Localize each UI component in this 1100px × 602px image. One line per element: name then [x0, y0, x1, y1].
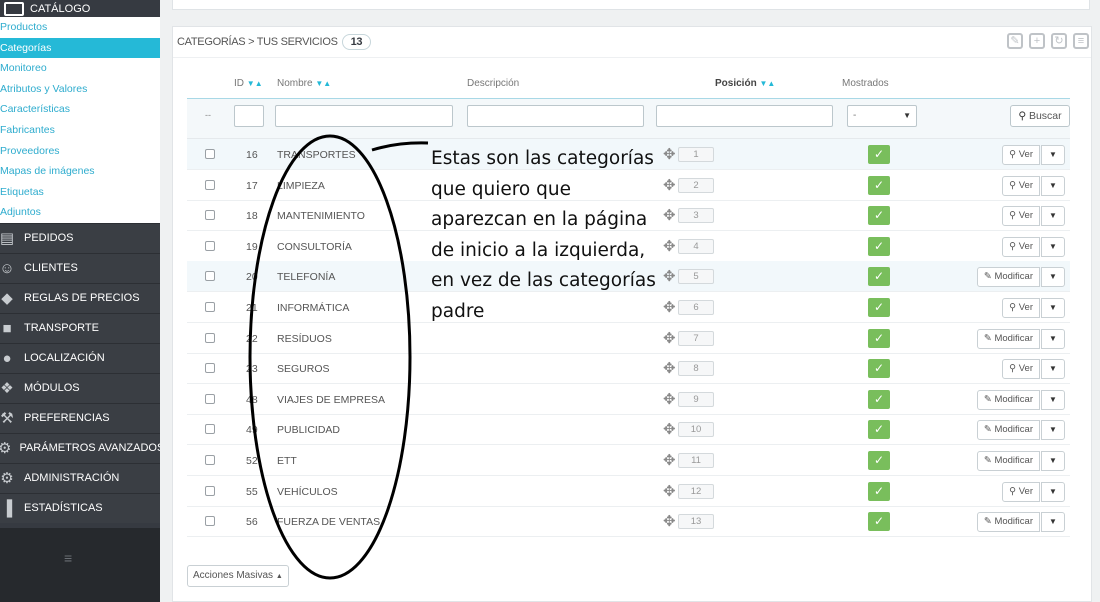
annotation-drawing: [248, 134, 429, 580]
annotation-ellipse: [248, 134, 412, 580]
annotation-pointer-line: [371, 141, 429, 152]
